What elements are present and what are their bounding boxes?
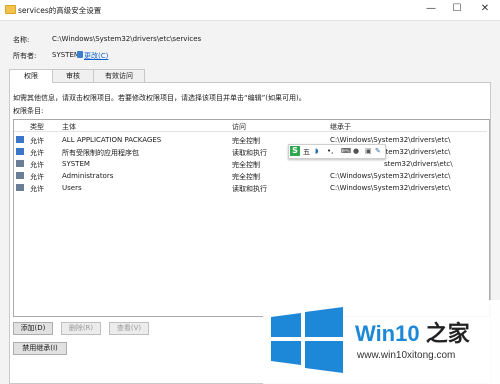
row-principal[interactable]: SYSTEM xyxy=(62,160,90,168)
folder-icon xyxy=(5,5,16,14)
package-icon xyxy=(16,136,24,143)
owner-change-link[interactable]: 更改(C) xyxy=(84,51,108,61)
remove-button[interactable]: 删除(R) xyxy=(61,322,101,335)
close-button[interactable]: ✕ xyxy=(472,1,498,17)
row-type[interactable]: 允许 xyxy=(30,136,44,146)
row-type[interactable]: 允许 xyxy=(30,184,44,194)
package-icon xyxy=(16,148,24,155)
title-bar: services的高级安全设置 — ☐ ✕ xyxy=(0,0,500,21)
row-inherited[interactable]: C:\Windows\System32\drivers\etc\ xyxy=(330,136,450,144)
ime-toolbar[interactable]: S 五 ◗ •, ⌨ ● ▣ ✎ xyxy=(288,144,386,159)
wrench-icon[interactable]: ✎ xyxy=(375,147,381,155)
info-text: 如需其他信息，请双击权限项目。若要修改权限项目，请选择该项目并单击“编辑”(如果… xyxy=(13,94,306,102)
tab-audit[interactable]: 审核 xyxy=(52,69,94,82)
tab-effective-access[interactable]: 有效访问 xyxy=(93,69,145,82)
list-header-divider xyxy=(14,131,487,132)
row-access[interactable]: 完全控制 xyxy=(232,136,260,146)
row-inherited[interactable]: C:\Windows\System32\drivers\etc\ xyxy=(330,184,450,192)
user-icon[interactable]: ● xyxy=(353,147,359,155)
user-group-icon xyxy=(16,160,24,167)
windows-logo-icon xyxy=(271,307,343,373)
minimize-button[interactable]: — xyxy=(418,1,444,17)
row-type[interactable]: 允许 xyxy=(30,148,44,158)
name-value: C:\Windows\System32\drivers\etc\services xyxy=(52,35,202,43)
row-access[interactable]: 完全控制 xyxy=(232,172,260,182)
row-principal[interactable]: 所有受限制的应用程序包 xyxy=(62,148,139,158)
skin-icon[interactable]: ▣ xyxy=(365,147,372,155)
row-type[interactable]: 允许 xyxy=(30,160,44,170)
user-group-icon xyxy=(16,184,24,191)
punctuation-icon[interactable]: •, xyxy=(327,147,333,155)
row-inherited[interactable]: stem32\drivers\etc\ xyxy=(384,160,453,168)
view-button[interactable]: 查看(V) xyxy=(109,322,149,335)
row-access[interactable]: 完全控制 xyxy=(232,160,260,170)
row-type[interactable]: 允许 xyxy=(30,172,44,182)
row-principal[interactable]: ALL APPLICATION PACKAGES xyxy=(62,136,161,144)
keyboard-icon[interactable]: ⌨ xyxy=(341,147,351,155)
entries-label: 权限条目: xyxy=(13,107,44,115)
row-access[interactable]: 读取和执行 xyxy=(232,184,267,194)
disable-inheritance-button[interactable]: 禁用继承(I) xyxy=(13,342,67,355)
moon-icon[interactable]: ◗ xyxy=(315,147,319,155)
row-inherited[interactable]: C:\Windows\System32\drivers\etc\ xyxy=(330,172,450,180)
maximize-button[interactable]: ☐ xyxy=(444,1,470,17)
row-principal[interactable]: Administrators xyxy=(62,172,113,180)
row-access[interactable]: 读取和执行 xyxy=(232,148,267,158)
ime-mode-label[interactable]: 五 xyxy=(303,147,310,157)
brand-url: www.win10xitong.com xyxy=(357,350,456,361)
add-button[interactable]: 添加(D) xyxy=(13,322,53,335)
brand-rest: 之家 xyxy=(419,321,470,346)
user-group-icon xyxy=(16,172,24,179)
owner-label: 所有者: xyxy=(13,52,37,60)
window-title: services的高级安全设置 xyxy=(18,6,102,15)
watermark: Win10 之家 www.win10xitong.com xyxy=(263,300,500,384)
brand-win: Win10 xyxy=(355,321,420,346)
shield-icon xyxy=(77,51,83,58)
owner-value: SYSTEM xyxy=(52,51,80,59)
ime-logo-icon[interactable]: S xyxy=(290,146,300,156)
row-principal[interactable]: Users xyxy=(62,184,82,192)
name-label: 名称: xyxy=(13,36,30,44)
tab-permissions[interactable]: 权限 xyxy=(9,69,53,83)
